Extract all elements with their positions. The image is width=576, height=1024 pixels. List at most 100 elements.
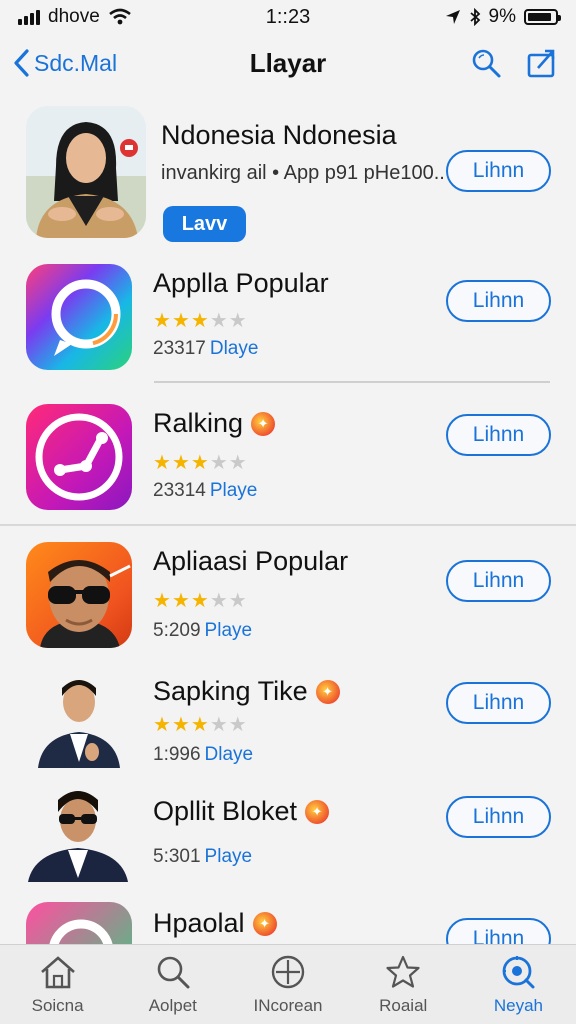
star-filled-icon: ★ xyxy=(190,714,210,736)
star-empty-icon: ★ xyxy=(209,590,229,612)
featured-get-button[interactable]: Lihnn xyxy=(446,150,551,192)
nav-actions xyxy=(394,47,564,79)
star-filled-icon: ★ xyxy=(153,452,172,474)
back-button[interactable]: Sdc.Mal xyxy=(12,48,182,78)
app-link[interactable]: Dlaye xyxy=(210,338,259,359)
navigation-bar: Sdc.Mal Llayar xyxy=(0,38,576,88)
star-filled-icon: ★ xyxy=(190,310,210,332)
app-count: 5:301 xyxy=(153,846,201,867)
home-icon xyxy=(40,955,75,988)
tab-label: Neyah xyxy=(493,995,543,1015)
status-time: 1::23 xyxy=(265,5,311,28)
app-icon-hpaolal xyxy=(26,902,132,944)
battery-icon xyxy=(524,9,561,25)
star-filled-icon: ★ xyxy=(153,714,172,736)
location-arrow-icon xyxy=(445,10,460,24)
get-button[interactable]: Lihnn xyxy=(446,918,551,944)
app-title: Applla Popular xyxy=(153,268,329,298)
app-icon-applla xyxy=(26,264,132,370)
app-meta: 5:209 Playe xyxy=(153,620,252,642)
get-button[interactable]: Lihnn xyxy=(446,796,551,838)
featured-app-row[interactable]: Ndonesia Ndonesia invankirg ail • App p9… xyxy=(0,106,576,248)
tab-label: INcorean xyxy=(253,995,323,1015)
app-row[interactable]: Hpaolal ✦ Lihnn xyxy=(0,902,576,944)
featured-app-title: Ndonesia Ndonesia xyxy=(161,120,397,150)
app-link[interactable]: Playe xyxy=(205,846,253,867)
app-count: 23314 xyxy=(153,480,206,501)
star-empty-icon: ★ xyxy=(209,714,229,736)
back-label: Sdc.Mal xyxy=(34,49,118,76)
tab-search[interactable]: Aolpet xyxy=(115,945,230,1024)
search-icon[interactable] xyxy=(470,47,502,79)
app-link[interactable]: Playe xyxy=(205,620,253,641)
star-filled-icon: ★ xyxy=(171,714,191,736)
section-divider xyxy=(0,524,576,526)
share-icon[interactable] xyxy=(526,47,558,79)
star-empty-icon: ★ xyxy=(228,714,248,736)
tab-label: Soicna xyxy=(31,995,84,1015)
star-empty-icon: ★ xyxy=(228,452,248,474)
app-link[interactable]: Playe xyxy=(210,480,258,501)
app-count: 5:209 xyxy=(153,620,201,641)
app-row[interactable]: Apliaasi Popular ★★★★★ 5:209 Playe Lihnn xyxy=(0,542,576,658)
tab-discover[interactable]: Neyah xyxy=(461,945,576,1024)
star-icon xyxy=(386,955,420,988)
get-button[interactable]: Lihnn xyxy=(446,682,551,724)
badge-icon: ✦ xyxy=(305,799,330,824)
app-image-opllit xyxy=(26,786,130,882)
get-button[interactable]: Lihnn xyxy=(446,414,551,456)
rating-stars: ★★★★★ xyxy=(153,588,248,613)
carrier-name: dhove xyxy=(48,6,100,27)
app-image-sapking xyxy=(36,672,122,768)
app-meta: 23314 Playe xyxy=(153,480,257,502)
wifi-icon xyxy=(108,8,131,25)
rating-stars: ★★★★★ xyxy=(153,308,248,333)
app-meta: 23317 Dlaye xyxy=(153,338,258,360)
tab-label: Roaial xyxy=(379,995,428,1015)
status-left: dhove xyxy=(18,6,218,28)
battery-fill xyxy=(528,13,552,21)
star-filled-icon: ★ xyxy=(171,452,191,474)
search-icon xyxy=(157,956,190,988)
app-row[interactable]: Applla Popular ★★★★★ 23317 Dlaye Lihnn xyxy=(0,264,576,376)
app-title: Sapking Tike ✦ xyxy=(153,676,340,707)
app-icon-apliaasi xyxy=(26,542,132,648)
signal-icon xyxy=(18,9,40,25)
tab-favorites[interactable]: Roaial xyxy=(346,945,461,1024)
app-icon-ralking xyxy=(26,404,132,510)
tab-home[interactable]: Soicna xyxy=(0,945,115,1024)
star-filled-icon: ★ xyxy=(190,452,210,474)
star-empty-icon: ★ xyxy=(209,310,229,332)
rating-stars: ★★★★★ xyxy=(153,450,248,475)
battery-percent: 9% xyxy=(488,6,516,27)
badge-icon: ✦ xyxy=(315,679,340,704)
app-title-text: Sapking Tike xyxy=(153,676,308,706)
app-title-text: Opllit Bloket xyxy=(153,796,298,826)
app-link[interactable]: Dlaye xyxy=(205,744,254,765)
star-filled-icon: ★ xyxy=(190,590,210,612)
rating-stars: ★★★★★ xyxy=(153,712,248,737)
get-button[interactable]: Lihnn xyxy=(446,280,551,322)
star-empty-icon: ★ xyxy=(209,452,229,474)
app-title: Opllit Bloket ✦ xyxy=(153,796,330,827)
badge-icon: ✦ xyxy=(251,411,276,436)
app-title: Ralking ✦ xyxy=(153,408,276,439)
tab-create[interactable]: INcorean xyxy=(230,945,345,1024)
app-meta: 1:996 Dlaye xyxy=(153,744,253,766)
star-empty-icon: ★ xyxy=(228,590,248,612)
status-right: 9% xyxy=(358,6,561,28)
badge-icon: ✦ xyxy=(252,911,277,936)
target-search-icon xyxy=(503,955,535,988)
app-count: 23317 xyxy=(153,338,206,359)
app-list: Ndonesia Ndonesia invankirg ail • App p9… xyxy=(0,98,576,944)
app-row[interactable]: Opllit Bloket ✦ 5:301 Playe Lihnn xyxy=(0,786,576,886)
tab-bar: Soicna Aolpet INcorean Roaial Neyah xyxy=(0,944,576,1024)
app-row[interactable]: Sapking Tike ✦ ★★★★★ 1:996 Dlaye Lihnn xyxy=(0,672,576,776)
bluetooth-icon xyxy=(469,8,480,26)
app-row[interactable]: Ralking ✦ ★★★★★ 23314 Playe Lihnn xyxy=(0,404,576,516)
star-filled-icon: ★ xyxy=(153,590,172,612)
get-button[interactable]: Lihnn xyxy=(446,560,551,602)
status-bar: dhove 1::23 9% xyxy=(0,0,576,34)
chevron-left-icon xyxy=(14,49,29,77)
featured-pill-button[interactable]: Lavv xyxy=(163,206,246,242)
